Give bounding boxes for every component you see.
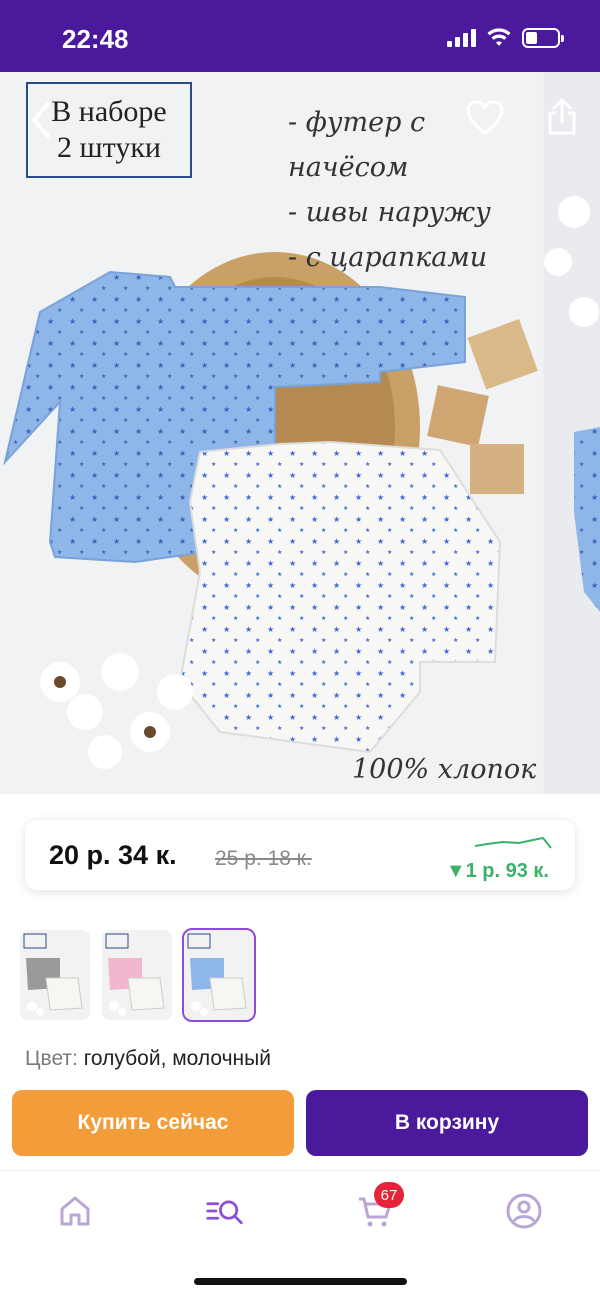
old-price: 25 р. 18 к.	[215, 847, 312, 870]
home-indicator	[194, 1278, 407, 1285]
battery-level	[526, 32, 537, 44]
feature-item: - с царапками	[288, 242, 488, 273]
status-icons	[447, 28, 564, 48]
status-time: 22:48	[62, 24, 129, 54]
variant-image	[102, 930, 172, 1020]
cart-count-badge: 67	[374, 1182, 404, 1208]
variant-thumbnails	[20, 928, 256, 1022]
price-card[interactable]: 20 р. 34 к. 25 р. 18 к. ▼1 р. 93 к.	[25, 820, 575, 890]
price-change: ▼1 р. 93 к.	[445, 860, 549, 882]
back-icon[interactable]	[28, 100, 52, 140]
catalog-search-icon[interactable]	[205, 1191, 245, 1231]
share-icon[interactable]	[546, 98, 578, 136]
home-icon[interactable]	[55, 1191, 95, 1231]
status-bar: 22:48	[0, 0, 600, 72]
cellular-signal-icon	[447, 29, 476, 47]
cotton-label: 100% хлопок	[352, 754, 537, 785]
product-photo[interactable]: ★ ★ ★ ★	[0, 72, 542, 794]
battery-icon	[522, 28, 564, 48]
next-photo-illustration	[544, 196, 600, 612]
variant-thumbnail[interactable]	[102, 930, 172, 1020]
variant-thumbnail-selected[interactable]	[182, 928, 256, 1022]
color-label: Цвет:	[25, 1047, 78, 1070]
add-to-cart-button[interactable]: В корзину	[306, 1090, 588, 1156]
variant-image	[20, 930, 90, 1020]
next-photo-preview[interactable]	[544, 72, 600, 794]
current-price: 20 р. 34 к.	[49, 840, 177, 870]
set-label-line2: 2 штуки	[57, 131, 161, 164]
color-info: Цвет: голубой, молочный	[25, 1047, 271, 1071]
color-value: голубой, молочный	[83, 1047, 271, 1070]
variant-thumbnail[interactable]	[20, 930, 90, 1020]
set-label-line1: В наборе	[51, 95, 167, 128]
favorite-icon[interactable]	[466, 100, 504, 136]
variant-image	[184, 930, 254, 1020]
profile-icon[interactable]	[504, 1191, 544, 1231]
feature-item: - швы наружу	[288, 197, 491, 228]
wifi-icon	[487, 28, 511, 46]
price-trend-icon	[474, 836, 552, 849]
product-gallery[interactable]: ★ ★ ★ ★	[0, 72, 600, 794]
buy-now-button[interactable]: Купить сейчас	[12, 1090, 294, 1156]
